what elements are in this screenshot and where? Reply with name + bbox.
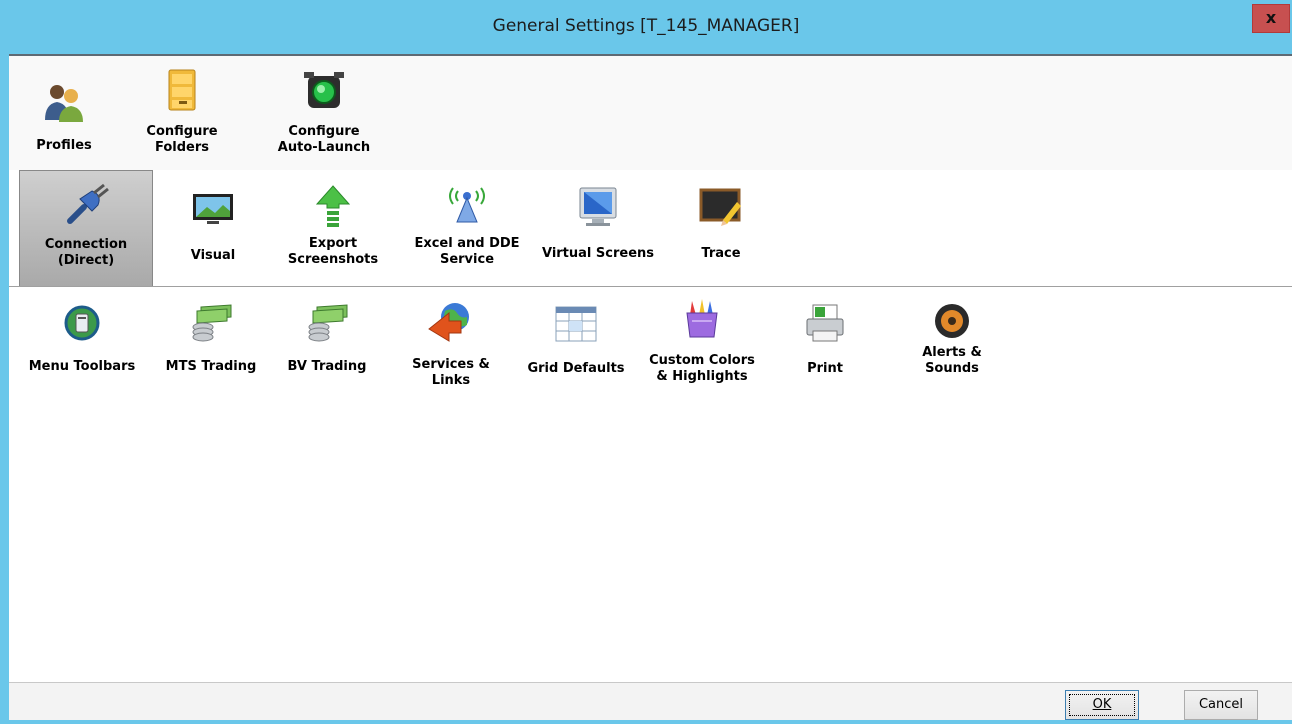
- services-links-label: Services & Links: [412, 357, 490, 388]
- alerts-sounds-button[interactable]: Alerts & Sounds: [907, 301, 997, 397]
- menu-toolbars-icon: [64, 305, 100, 341]
- money-stack-icon: [192, 304, 232, 342]
- virtual-screen-icon: [579, 187, 617, 226]
- export-arrow-icon: [315, 185, 351, 227]
- connection-direct-label: Connection (Direct): [44, 237, 128, 268]
- virtual-screens-button[interactable]: Virtual Screens: [537, 184, 659, 274]
- chalkboard-icon: [699, 188, 741, 226]
- excel-dde-service-label: Excel and DDE Service: [414, 236, 520, 267]
- profiles-icon: [45, 85, 83, 122]
- custom-colors-highlights-button[interactable]: Custom Colors & Highlights: [641, 295, 763, 399]
- ok-button-label: OK: [1092, 697, 1112, 712]
- mts-trading-button[interactable]: MTS Trading: [159, 301, 263, 391]
- settings-row-general: Profiles Configure Folders Configure Aut…: [9, 56, 1292, 171]
- dialog-footer: OK Cancel: [9, 682, 1292, 720]
- configure-folders-button[interactable]: Configure Folders: [139, 68, 225, 160]
- grid-defaults-button[interactable]: Grid Defaults: [521, 301, 631, 391]
- menu-toolbars-button[interactable]: Menu Toolbars: [27, 301, 137, 391]
- settings-row-connection: Connection (Direct) Visual Export Screen…: [9, 170, 1292, 287]
- antenna-icon: [449, 187, 485, 223]
- window-title: General Settings [T_145_MANAGER]: [492, 16, 800, 36]
- cancel-button-label: Cancel: [1198, 697, 1244, 712]
- printer-icon: [806, 304, 844, 342]
- print-button[interactable]: Print: [789, 301, 861, 391]
- services-links-button[interactable]: Services & Links: [405, 299, 497, 399]
- visual-button[interactable]: Visual: [175, 184, 251, 274]
- settings-panel: Profiles Configure Folders Configure Aut…: [9, 54, 1292, 720]
- title-bar[interactable]: General Settings [T_145_MANAGER] x: [0, 0, 1292, 54]
- money-stack-icon: [308, 304, 348, 342]
- export-screenshots-label: Export Screenshots: [287, 236, 379, 267]
- profiles-label: Profiles: [36, 138, 92, 153]
- bv-trading-button[interactable]: BV Trading: [281, 301, 373, 391]
- profiles-button[interactable]: Profiles: [21, 70, 107, 160]
- crayons-icon: [686, 299, 718, 338]
- connection-direct-button[interactable]: Connection (Direct): [19, 170, 153, 286]
- folder-cabinet-icon: [168, 69, 196, 111]
- close-button[interactable]: x: [1252, 4, 1290, 33]
- virtual-screens-label: Virtual Screens: [541, 246, 655, 261]
- speaker-icon: [935, 304, 969, 338]
- settings-row-features: Menu Toolbars MTS Trading BV Trading Ser…: [9, 287, 1292, 682]
- visual-label: Visual: [190, 248, 236, 263]
- configure-folders-label: Configure Folders: [146, 124, 218, 155]
- menu-toolbars-label: Menu Toolbars: [28, 359, 136, 374]
- monitor-icon: [193, 194, 233, 224]
- grid-defaults-label: Grid Defaults: [527, 361, 625, 376]
- globe-arrow-icon: [428, 303, 469, 342]
- alerts-sounds-label: Alerts & Sounds: [922, 345, 982, 376]
- export-screenshots-button[interactable]: Export Screenshots: [285, 182, 381, 282]
- ok-button[interactable]: OK: [1065, 690, 1139, 720]
- print-label: Print: [807, 361, 843, 376]
- traffic-light-icon: [304, 72, 344, 108]
- cancel-button[interactable]: Cancel: [1184, 690, 1258, 720]
- excel-dde-service-button[interactable]: Excel and DDE Service: [409, 178, 525, 282]
- configure-auto-launch-button[interactable]: Configure Auto-Launch: [269, 68, 379, 160]
- trace-button[interactable]: Trace: [679, 184, 763, 274]
- mts-trading-label: MTS Trading: [165, 359, 257, 374]
- configure-auto-launch-label: Configure Auto-Launch: [277, 124, 371, 155]
- trace-label: Trace: [701, 246, 741, 261]
- plug-icon: [67, 183, 109, 224]
- bv-trading-label: BV Trading: [287, 359, 367, 374]
- settings-window: General Settings [T_145_MANAGER] x Profi…: [0, 0, 1292, 724]
- custom-colors-highlights-label: Custom Colors & Highlights: [649, 353, 755, 384]
- grid-icon: [555, 306, 597, 342]
